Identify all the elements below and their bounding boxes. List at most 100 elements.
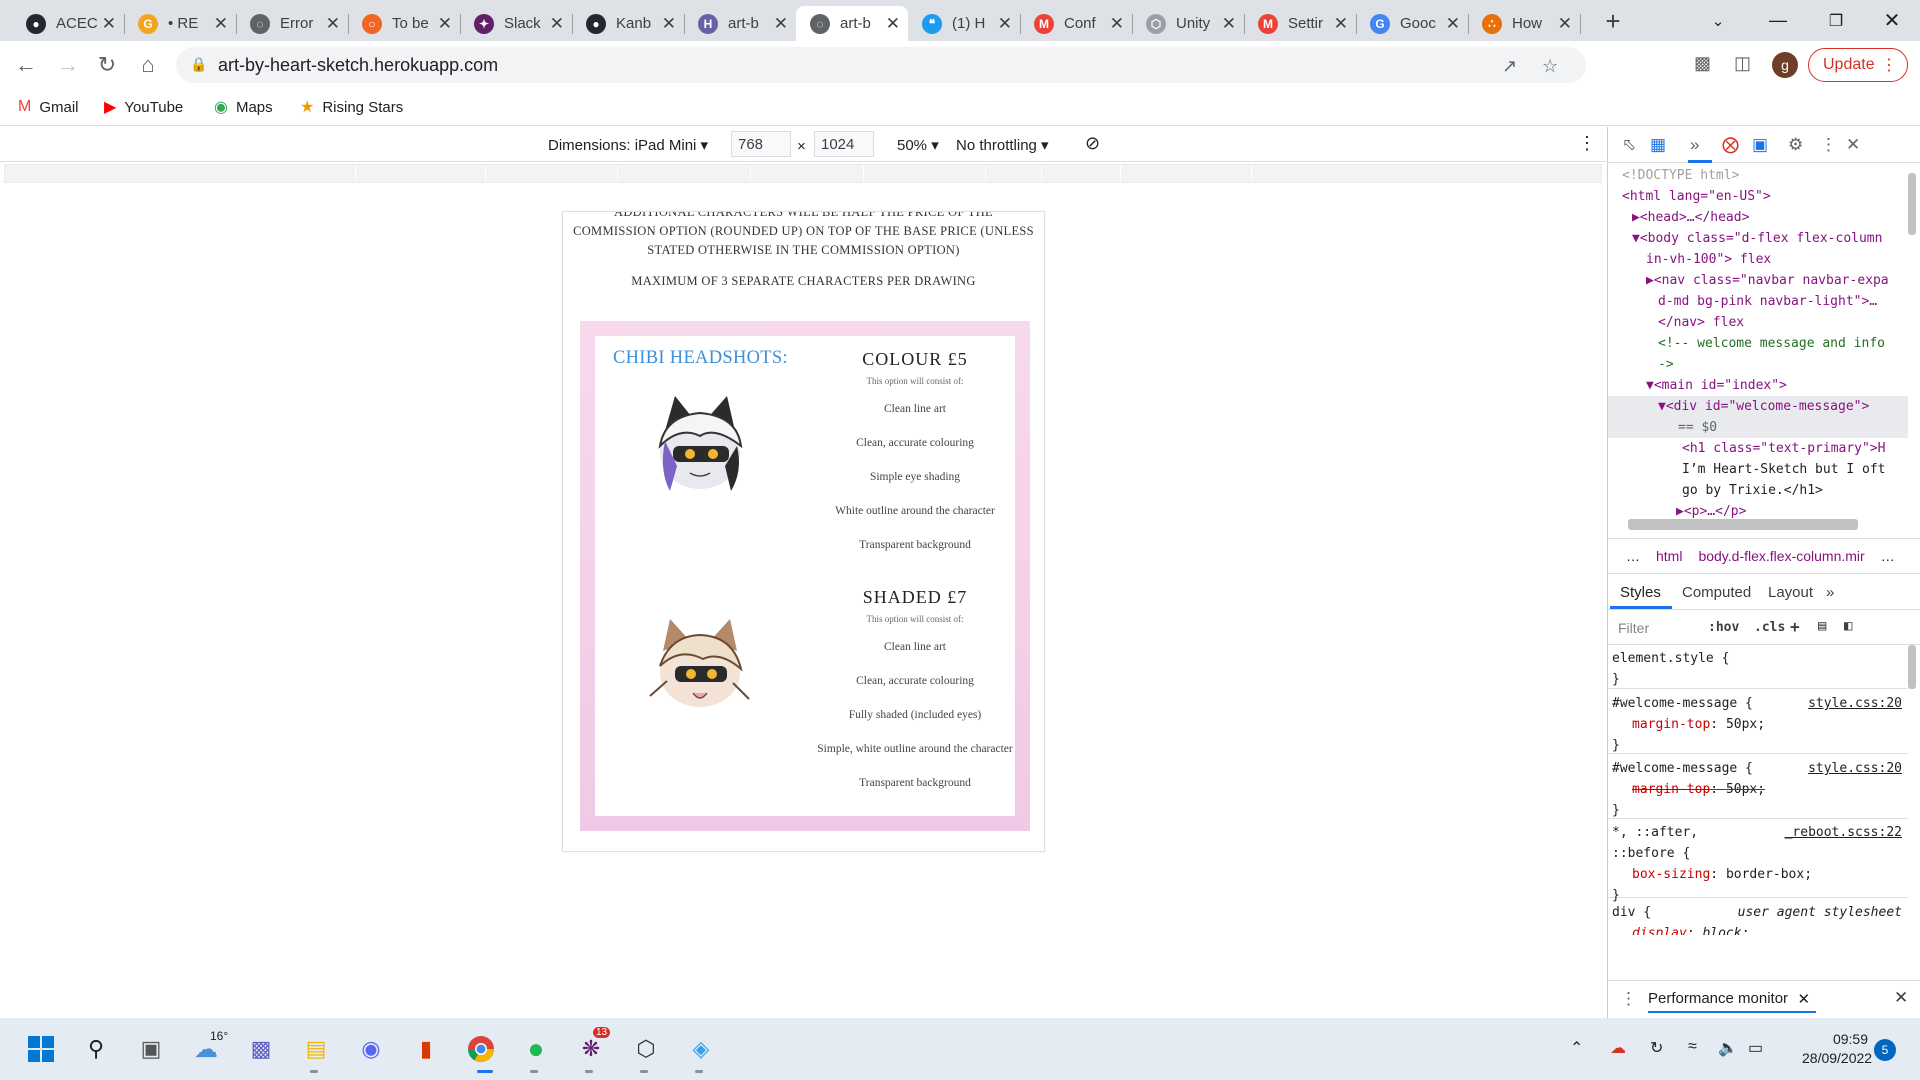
dom-node-line[interactable]: ▼<div id="welcome-message"> — [1658, 396, 1869, 417]
close-tab-icon[interactable]: ✕ — [1222, 14, 1236, 34]
hov-toggle[interactable]: :hov — [1708, 620, 1739, 635]
close-tab-icon[interactable]: ✕ — [886, 14, 900, 34]
spotify-icon[interactable]: ● — [518, 1031, 554, 1067]
tab-1[interactable]: ● ACEC ✕ — [12, 6, 124, 41]
tab-7[interactable]: Hart-b ✕ — [684, 6, 796, 41]
property-value[interactable]: 50px; — [1726, 782, 1765, 797]
property-name[interactable]: display — [1632, 926, 1687, 935]
wifi-icon[interactable]: ≈ — [1688, 1038, 1697, 1056]
bookmark-rising-stars[interactable]: ★ Rising Stars — [300, 95, 403, 119]
teams-chat-icon[interactable]: ▩ — [243, 1031, 279, 1067]
dom-node-line[interactable]: I’m Heart-Sketch but I oft — [1682, 459, 1886, 480]
close-tab-icon[interactable]: ✕ — [1334, 14, 1348, 34]
dom-node-line[interactable]: ▼<body class="d-flex flex-column — [1632, 228, 1882, 249]
tab-8[interactable]: ◌ art-b ✕ — [796, 6, 908, 41]
tab-[interactable]: » — [1826, 584, 1834, 601]
extensions-puzzle-icon[interactable]: ▩ — [1694, 53, 1711, 74]
sidebar-toggle-icon[interactable]: ◧ — [1844, 618, 1852, 634]
address-bar[interactable]: 🔒 art-by-heart-sketch.herokuapp.com ↗ ☆ — [176, 47, 1586, 83]
rule-source-link[interactable]: style.css:20 — [1808, 758, 1902, 779]
sync-icon[interactable]: ↻ — [1650, 1038, 1663, 1058]
notification-badge[interactable]: 5 — [1874, 1039, 1896, 1061]
weather-widget[interactable]: ☁ 16° — [188, 1029, 228, 1067]
unity-icon[interactable]: ⬡ — [628, 1031, 664, 1067]
tab-14[interactable]: ∴ How ✕ — [1468, 6, 1580, 41]
close-tab-icon[interactable]: ✕ — [1110, 14, 1124, 34]
horizontal-scrollbar[interactable] — [1628, 519, 1858, 530]
forward-arrow-icon[interactable]: → — [54, 51, 82, 79]
dom-node-line[interactable]: in-vh-100"> flex — [1646, 249, 1771, 270]
close-tab-icon[interactable]: ✕ — [662, 14, 676, 34]
dom-node-line[interactable]: == $0 — [1678, 417, 1717, 438]
height-input[interactable]: 1024 — [814, 131, 874, 157]
dom-node-line[interactable]: ▶<head>…</head> — [1632, 207, 1749, 228]
tab-layout[interactable]: Layout — [1768, 584, 1813, 601]
url-text[interactable]: art-by-heart-sketch.herokuapp.com — [218, 55, 498, 76]
close-tab-icon[interactable]: ✕ — [102, 14, 116, 34]
tab-search-icon[interactable]: ⌄ — [1688, 0, 1748, 41]
close-tab-icon[interactable]: ✕ — [774, 14, 788, 34]
breadcrumb-item[interactable]: body.d-flex.flex-column.mir — [1698, 548, 1864, 564]
tab-11[interactable]: ⬡ Unity ✕ — [1132, 6, 1244, 41]
kebab-menu-icon[interactable]: ⋮ — [1820, 135, 1837, 155]
bookmark-youtube[interactable]: ▶ YouTube — [104, 95, 183, 119]
rotate-icon[interactable]: ⊘ — [1085, 133, 1100, 154]
close-devtools-icon[interactable]: ✕ — [1846, 135, 1860, 155]
tab-12[interactable]: M Settir ✕ — [1244, 6, 1356, 41]
zoom-dropdown[interactable]: 50% ▾ — [897, 136, 939, 154]
restore-button[interactable]: ❐ — [1806, 0, 1866, 41]
styles-filter-input[interactable]: Filter — [1614, 617, 1694, 639]
issues-icon[interactable]: ▣ — [1752, 135, 1768, 155]
tab-3[interactable]: ◌ Error ✕ — [236, 6, 348, 41]
media-query-bar[interactable] — [4, 164, 1602, 183]
close-drawer-icon[interactable]: ✕ — [1894, 988, 1908, 1008]
more-tabs-icon[interactable]: » — [1690, 135, 1699, 155]
property-name[interactable]: margin-top — [1632, 782, 1710, 797]
back-arrow-icon[interactable]: ← — [12, 51, 40, 79]
dom-node-line[interactable]: ▼<main id="index"> — [1646, 375, 1787, 396]
windows-start-icon[interactable] — [23, 1031, 59, 1067]
close-tab-icon[interactable]: ✕ — [438, 14, 452, 34]
tab-9[interactable]: ❝ (1) H ✕ — [908, 6, 1020, 41]
property-value[interactable]: 50px; — [1726, 717, 1765, 732]
property-name[interactable]: margin-top — [1632, 717, 1710, 732]
rule-source-link[interactable]: style.css:20 — [1808, 693, 1902, 714]
device-toolbar-icon[interactable]: ▦ — [1650, 135, 1666, 155]
tab-10[interactable]: M Conf ✕ — [1020, 6, 1132, 41]
more-options-icon[interactable]: ⋮ — [1578, 133, 1596, 154]
new-tab-button[interactable]: + — [1598, 6, 1628, 36]
home-icon[interactable]: ⌂ — [134, 51, 162, 79]
rule-source-link[interactable]: _reboot.scss:22 — [1785, 822, 1902, 843]
profile-avatar[interactable]: g — [1772, 52, 1798, 78]
dimensions-dropdown[interactable]: Dimensions: iPad Mini ▾ — [548, 136, 708, 154]
dom-node-line[interactable]: <!-- welcome message and info — [1658, 333, 1885, 354]
close-tab-icon[interactable]: ✕ — [1446, 14, 1460, 34]
reload-icon[interactable]: ↻ — [93, 51, 121, 79]
elements-tree[interactable]: <!DOCTYPE html> <html lang="en-US"> ▶<head… — [1608, 165, 1908, 525]
property-value[interactable]: block; — [1702, 926, 1749, 935]
close-tab-icon[interactable]: ✕ — [1558, 14, 1572, 34]
style-rule[interactable]: *, ::after,::before {_reboot.scss:22 box-… — [1608, 819, 1908, 903]
property-name[interactable]: box-sizing — [1632, 867, 1710, 882]
dom-node-line[interactable]: go by Trixie.</h1> — [1682, 480, 1823, 501]
dom-node-line[interactable]: </nav> flex — [1658, 312, 1744, 333]
elements-scrollbar[interactable] — [1908, 173, 1916, 235]
discord-icon[interactable]: ◉ — [353, 1031, 389, 1067]
style-rule[interactable]: element.style {} — [1608, 645, 1908, 689]
style-rule[interactable]: div {user agent stylesheet display: block… — [1608, 899, 1908, 935]
performance-monitor-tab[interactable]: Performance monitor ✕ — [1648, 987, 1817, 1013]
new-rule-icon[interactable]: + — [1790, 617, 1800, 636]
cls-toggle[interactable]: .cls — [1754, 620, 1785, 635]
paint-app-icon[interactable]: ◈ — [683, 1031, 719, 1067]
tab-6[interactable]: ● Kanb ✕ — [572, 6, 684, 41]
property-value[interactable]: border-box; — [1726, 867, 1812, 882]
chrome-icon[interactable] — [463, 1031, 499, 1067]
tab-computed[interactable]: Computed — [1682, 584, 1751, 601]
side-panel-icon[interactable]: ◫ — [1734, 53, 1751, 74]
minimize-button[interactable]: — — [1748, 0, 1808, 41]
dom-node-line[interactable]: -> — [1658, 354, 1674, 375]
styles-scrollbar[interactable] — [1908, 645, 1916, 689]
throttling-dropdown[interactable]: No throttling ▾ — [956, 136, 1049, 154]
settings-gear-icon[interactable]: ⚙ — [1788, 135, 1803, 155]
volume-icon[interactable]: 🔈 — [1718, 1038, 1738, 1058]
